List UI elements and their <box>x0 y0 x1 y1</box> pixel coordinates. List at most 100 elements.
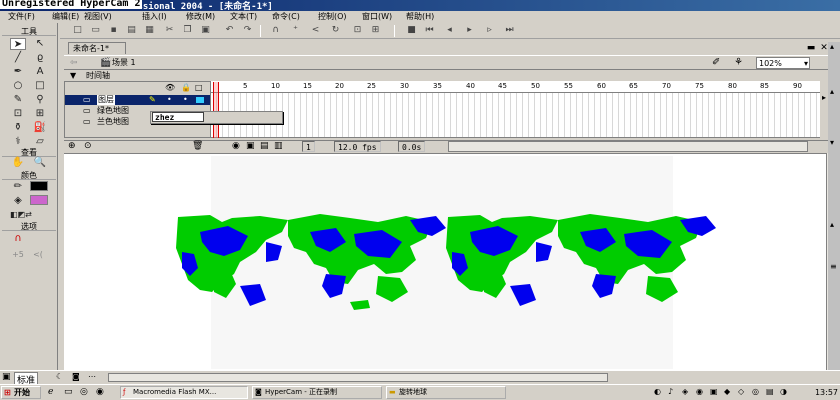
center-frame-icon[interactable]: ◉ <box>232 141 240 151</box>
tray-icon[interactable]: ◎ <box>752 387 759 396</box>
timeline-header[interactable]: ▼ 时间轴 <box>64 71 834 81</box>
edit-multiple-icon[interactable]: ▥ <box>274 141 283 151</box>
timeline-ruler[interactable]: 5 10 15 20 25 30 35 40 45 50 55 60 65 70… <box>211 81 820 93</box>
add-layer-icon[interactable]: ⊕ <box>68 141 76 151</box>
menu-modify[interactable]: 修改(M) <box>186 11 215 23</box>
edit-scene-icon[interactable]: ✐ <box>712 57 720 68</box>
onion-skin-icon[interactable]: ▣ <box>246 141 255 151</box>
tray-icon[interactable]: ▣ <box>710 387 718 396</box>
copy-icon[interactable]: ❐ <box>182 25 193 36</box>
undo-icon[interactable]: ↶ <box>224 25 235 36</box>
arrow-tool-icon[interactable]: ➤ <box>10 38 26 50</box>
magnet-icon[interactable]: ∩ <box>10 233 26 245</box>
zoom-tool-icon[interactable]: 🔍 <box>32 157 48 169</box>
paint-bucket-tool-icon[interactable]: ⛽ <box>32 122 48 134</box>
lock-icon[interactable]: 🔒 <box>181 83 191 92</box>
smooth-option-icon[interactable]: +5 <box>10 249 26 261</box>
default-colors-icon[interactable]: ◧◩⇄ <box>10 209 32 221</box>
tray-icon[interactable]: ▤ <box>766 387 774 396</box>
scroll-grip-icon[interactable]: ≡ <box>830 262 837 271</box>
ink-bottle-tool-icon[interactable]: ⚱ <box>10 122 26 134</box>
back-arrow-icon[interactable]: ⇦ <box>70 58 78 68</box>
oval-tool-icon[interactable]: ○ <box>10 80 26 92</box>
text-tool-icon[interactable]: A <box>32 66 48 78</box>
moon-icon[interactable]: ☾ <box>56 372 63 381</box>
tray-icon[interactable]: ◑ <box>780 387 787 396</box>
quick-launch-app-icon[interactable]: ◉ <box>96 387 104 397</box>
pencil-tool-icon[interactable]: ✎ <box>10 94 26 106</box>
chevron-up-icon[interactable]: ▴ <box>830 87 834 96</box>
redo-icon[interactable]: ↷ <box>242 25 253 36</box>
menu-control[interactable]: 控制(O) <box>318 11 347 23</box>
tray-icon[interactable]: ◈ <box>682 387 688 396</box>
scale-icon[interactable]: ⊡ <box>352 25 363 36</box>
dock-icon[interactable]: ◙ <box>72 372 80 381</box>
new-file-icon[interactable]: □ <box>72 25 83 36</box>
document-tab[interactable]: 未命名-1* <box>68 42 126 54</box>
world-map-graphic[interactable] <box>170 212 730 312</box>
timeline-horizontal-scrollbar[interactable] <box>448 141 808 152</box>
menu-insert[interactable]: 插入(I) <box>142 11 167 23</box>
quick-launch-desktop-icon[interactable]: ▭ <box>64 387 73 397</box>
eye-icon[interactable]: 👁 <box>165 83 175 92</box>
quick-launch-media-icon[interactable]: ◎ <box>80 387 88 397</box>
snap-icon[interactable]: ∩ <box>270 25 281 36</box>
menu-edit[interactable]: 编辑(E) <box>52 11 79 23</box>
straighten-option-icon[interactable]: <( <box>30 249 46 261</box>
quick-launch-ie-icon[interactable]: ℯ <box>48 387 53 397</box>
add-guide-icon[interactable]: ⊙ <box>84 141 92 151</box>
straighten-icon[interactable]: < <box>310 25 321 36</box>
line-tool-icon[interactable]: ╱ <box>10 52 26 64</box>
stroke-color-icon[interactable]: ✏ <box>10 181 26 193</box>
minimize-icon[interactable]: ▬ <box>806 42 816 54</box>
menu-view[interactable]: 视图(V) <box>84 11 112 23</box>
eyedropper-tool-icon[interactable]: ⚕ <box>10 136 26 148</box>
trash-icon[interactable]: 🗑 <box>192 141 203 151</box>
save-icon[interactable]: ▪ <box>108 25 119 36</box>
fill-color-swatch[interactable] <box>30 195 48 205</box>
open-file-icon[interactable]: ▭ <box>90 25 101 36</box>
menu-text[interactable]: 文本(T) <box>230 11 257 23</box>
rewind-icon[interactable]: ⏮ <box>424 25 435 36</box>
chevron-down-icon[interactable]: ▾ <box>830 138 834 147</box>
onion-outline-icon[interactable]: ▤ <box>260 141 269 151</box>
layer-rename-input[interactable]: zhez <box>152 112 204 122</box>
chevron-up-icon[interactable]: ▴ <box>830 42 834 51</box>
paste-icon[interactable]: ▣ <box>200 25 211 36</box>
print-icon[interactable]: ▤ <box>126 25 137 36</box>
align-icon[interactable]: ⊞ <box>370 25 381 36</box>
start-button[interactable]: ⊞ 开始 <box>1 386 41 399</box>
step-back-icon[interactable]: ◂ <box>444 25 455 36</box>
smooth-icon[interactable]: ⁺ <box>290 25 301 36</box>
task-folder[interactable]: ▬ 旋转地球 <box>386 386 506 399</box>
tray-icon[interactable]: ◆ <box>724 387 730 396</box>
subselect-tool-icon[interactable]: ↖ <box>32 38 48 50</box>
free-transform-tool-icon[interactable]: ⊡ <box>10 108 26 120</box>
fill-color-icon[interactable]: ◈ <box>10 195 26 207</box>
eraser-tool-icon[interactable]: ▱ <box>32 136 48 148</box>
playhead[interactable] <box>213 82 219 138</box>
hand-tool-icon[interactable]: ✋ <box>10 157 26 169</box>
rectangle-tool-icon[interactable]: □ <box>32 80 48 92</box>
menu-help[interactable]: 帮助(H) <box>406 11 434 23</box>
edit-symbol-icon[interactable]: ⚘ <box>734 57 743 68</box>
lasso-tool-icon[interactable]: ϱ <box>32 52 48 64</box>
layer-row[interactable]: ▭ 图层 ✎ • • <box>65 95 210 105</box>
outline-icon[interactable]: □ <box>195 83 203 92</box>
menu-commands[interactable]: 命令(C) <box>272 11 300 23</box>
stroke-color-swatch[interactable] <box>30 181 48 191</box>
brush-tool-icon[interactable]: ⚲ <box>32 94 48 106</box>
fast-forward-icon[interactable]: ⏭ <box>504 25 515 36</box>
tray-icon[interactable]: ◇ <box>738 387 744 396</box>
menu-icon[interactable]: ⋯ <box>88 372 96 381</box>
tray-icon[interactable]: ◉ <box>696 387 703 396</box>
fill-transform-tool-icon[interactable]: ⊞ <box>32 108 48 120</box>
menu-window[interactable]: 窗口(W) <box>362 11 392 23</box>
task-flash[interactable]: ƒ Macromedia Flash MX... <box>120 386 248 399</box>
menu-file[interactable]: 文件(F) <box>8 11 35 23</box>
zoom-select[interactable]: 102% ▾ <box>756 57 810 69</box>
stop-icon[interactable]: ■ <box>406 25 417 36</box>
task-hypercam[interactable]: ◙ HyperCam - 正在录制 <box>252 386 382 399</box>
chevron-up-icon[interactable]: ▴ <box>830 220 834 229</box>
cut-icon[interactable]: ✂ <box>164 25 175 36</box>
